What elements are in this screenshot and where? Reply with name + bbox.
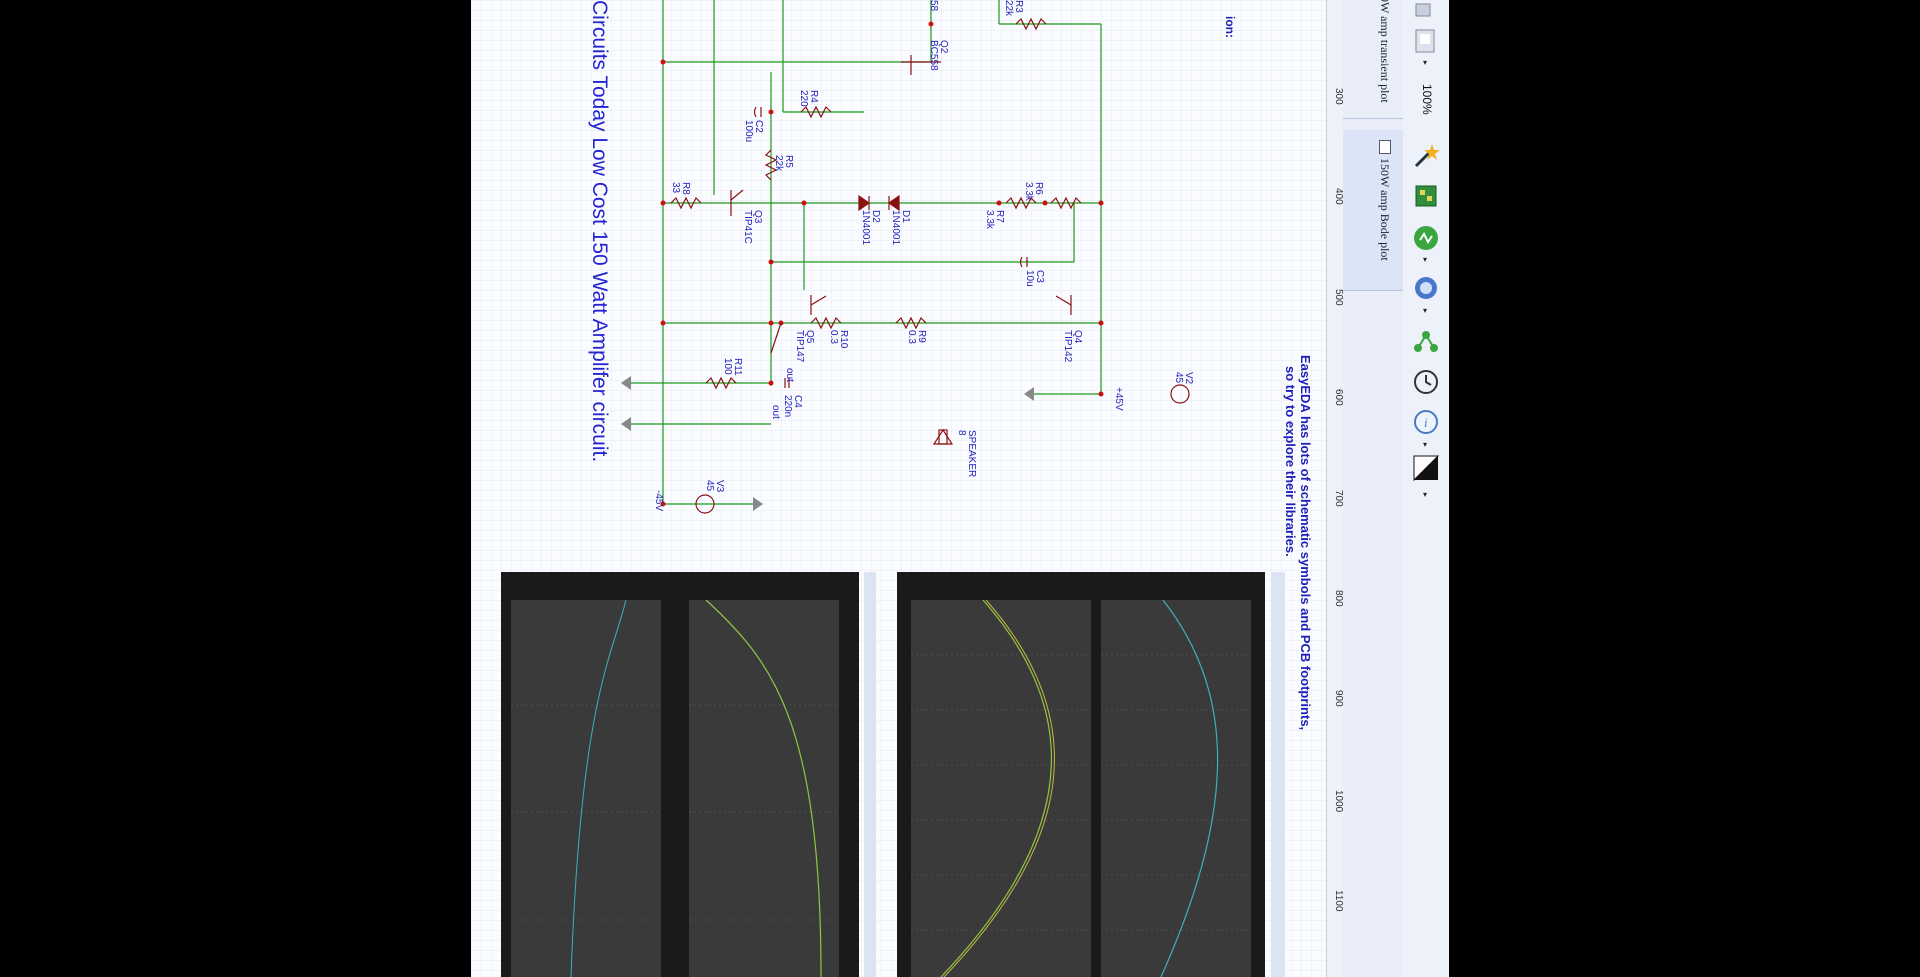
chevron-down-icon[interactable]: ▾ (1423, 306, 1427, 315)
zoom-level[interactable]: 100% (1410, 80, 1442, 120)
svg-text:BC558: BC558 (928, 40, 939, 71)
svg-text:45: 45 (704, 480, 715, 492)
ruler-tick: 700 (1333, 490, 1344, 507)
chevron-down-icon[interactable]: ▾ (1423, 255, 1427, 264)
svg-text:100u: 100u (743, 120, 754, 142)
svg-text:out: out (784, 368, 795, 382)
svg-text:22k: 22k (1003, 0, 1014, 17)
embedded-bode-plot (501, 572, 876, 977)
svg-text:1N4001: 1N4001 (890, 210, 901, 245)
document-tabs: 50W amp transient plot 150W amp Bode plo… (1343, 0, 1404, 977)
svg-text:10u: 10u (1024, 270, 1035, 287)
schematic-canvas[interactable]: Circuits Today Low Cost 150 Watt Amplife… (471, 0, 1344, 977)
svg-text:+45V: +45V (1113, 387, 1124, 411)
gear-icon[interactable] (1410, 272, 1442, 304)
svg-text:TIP41C: TIP41C (742, 210, 753, 244)
page-layout-icon[interactable] (1410, 26, 1442, 58)
svg-text:33: 33 (670, 182, 681, 194)
tab-transient-plot[interactable]: 50W amp transient plot (1343, 0, 1403, 119)
tab-label: 150W amp Bode plot (1378, 158, 1392, 261)
window-icon[interactable] (1410, 2, 1442, 18)
svg-text:TIP147: TIP147 (794, 330, 805, 363)
note-header: ion: (1223, 16, 1237, 38)
svg-text:TIP142: TIP142 (1062, 330, 1073, 363)
ruler-tick: 400 (1333, 188, 1344, 205)
document-icon (1379, 140, 1391, 154)
svg-text:-45V: -45V (653, 490, 664, 511)
svg-text:220: 220 (798, 90, 809, 107)
ruler-tick: 500 (1333, 289, 1344, 306)
tab-bode-plot[interactable]: 150W amp Bode plot (1343, 130, 1403, 291)
svg-text:8: 8 (956, 430, 967, 436)
ruler-tick: 900 (1333, 690, 1344, 707)
svg-text:1N4001: 1N4001 (860, 210, 871, 245)
pcb-icon[interactable] (1410, 180, 1442, 212)
svg-text:3.3k: 3.3k (1023, 182, 1034, 202)
theme-toggle-icon[interactable] (1410, 452, 1442, 484)
svg-text:22k: 22k (773, 155, 784, 172)
schematic-svg[interactable]: Circuits Today Low Cost 150 Watt Amplife… (471, 0, 1343, 977)
chevron-down-icon[interactable]: ▾ (1423, 490, 1427, 499)
simulate-icon[interactable] (1410, 222, 1442, 254)
magic-wand-icon[interactable] (1410, 140, 1442, 172)
note-line-1: EasyEDA has lots of schematic symbols an… (1298, 355, 1313, 730)
embedded-transient-plot (897, 572, 1285, 977)
easyeda-app: Circuits Today Low Cost 150 Watt Amplife… (471, 0, 1449, 977)
schematic-title: Circuits Today Low Cost 150 Watt Amplife… (588, 0, 611, 462)
svg-text:220n: 220n (782, 395, 793, 417)
info-icon[interactable]: i (1410, 406, 1442, 438)
note-line-2: so try to explore their libraries. (1283, 366, 1298, 557)
ruler-tick: 600 (1333, 389, 1344, 406)
svg-text:100: 100 (722, 358, 733, 375)
ruler-tick: 1000 (1333, 790, 1344, 813)
svg-text:i: i (1424, 415, 1428, 430)
svg-text:58: 58 (928, 0, 939, 12)
history-icon[interactable] (1410, 366, 1442, 398)
chevron-down-icon[interactable]: ▾ (1423, 440, 1427, 449)
zoom-label: 100% (1420, 84, 1434, 115)
tab-label: 50W amp transient plot (1378, 0, 1392, 103)
svg-text:0.3: 0.3 (828, 330, 839, 344)
chevron-down-icon[interactable]: ▾ (1423, 58, 1427, 67)
svg-text:out: out (770, 405, 781, 419)
svg-text:3.3k: 3.3k (984, 210, 995, 230)
svg-text:45: 45 (1173, 372, 1184, 384)
vertical-ruler: 300 400 500 600 700 800 900 1000 1100 (1326, 0, 1344, 977)
share-icon[interactable] (1410, 326, 1442, 358)
vertical-toolbar: ▾ 100% ▾ ▾ i ▾ ▾ (1403, 0, 1449, 977)
ruler-tick: 1100 (1333, 890, 1344, 912)
svg-text:0.3: 0.3 (906, 330, 917, 344)
ruler-tick: 300 (1333, 88, 1344, 105)
ruler-tick: 800 (1333, 590, 1344, 607)
svg-text:SPEAKER: SPEAKER (966, 430, 977, 477)
